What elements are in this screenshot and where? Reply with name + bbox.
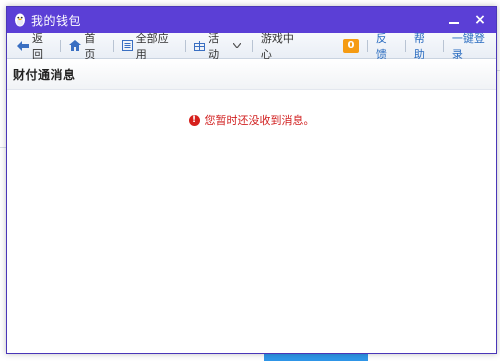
help-link[interactable]: 帮助 — [412, 30, 437, 62]
message-count-badge[interactable]: 0 — [341, 38, 361, 53]
toolbar-divider — [251, 39, 253, 52]
minimize-icon — [449, 22, 459, 24]
back-label: 返回 — [32, 31, 43, 61]
toolbar-divider — [442, 39, 444, 52]
activity-menu[interactable]: 活动 — [192, 30, 246, 62]
toolbar-divider — [404, 39, 406, 52]
close-button[interactable]: × — [470, 10, 490, 30]
minimize-button[interactable] — [444, 10, 464, 30]
toolbar-divider — [366, 39, 368, 52]
toolbar-divider — [112, 39, 114, 52]
qq-penguin-icon — [13, 12, 27, 28]
all-apps-button[interactable]: 全部应用 — [120, 30, 179, 62]
feedback-link[interactable]: 反馈 — [374, 30, 399, 62]
section-title: 财付通消息 — [13, 67, 76, 82]
help-label: 帮助 — [413, 31, 425, 61]
section-header: 财付通消息 — [7, 59, 496, 90]
activity-label: 活动 — [208, 31, 220, 61]
all-apps-label: 全部应用 — [135, 31, 169, 61]
login-label: 一键登录 — [451, 31, 485, 61]
message-list: ! 您暂时还没收到消息。 — [7, 90, 496, 353]
home-icon — [69, 40, 82, 51]
empty-state: ! 您暂时还没收到消息。 — [7, 112, 496, 128]
toolbar-divider — [60, 39, 62, 52]
wallet-window: 我的钱包 × 返回 首页 全部应用 活动 游戏中心 0 反馈 帮助 一键登录 财… — [6, 6, 497, 354]
back-button[interactable]: 返回 — [15, 30, 54, 62]
toolbar: 返回 首页 全部应用 活动 游戏中心 0 反馈 帮助 一键登录 — [7, 30, 496, 62]
chevron-down-icon — [232, 43, 241, 48]
back-arrow-icon — [17, 40, 29, 51]
one-click-login-link[interactable]: 一键登录 — [450, 30, 496, 62]
apps-grid-icon — [121, 40, 133, 51]
feedback-label: 反馈 — [375, 31, 387, 61]
empty-message: 您暂时还没收到消息。 — [204, 114, 315, 127]
close-icon: × — [474, 12, 486, 28]
badge-count: 0 — [342, 38, 359, 53]
home-label: 首页 — [84, 31, 96, 61]
toolbar-divider — [185, 39, 187, 52]
gift-icon — [194, 40, 206, 51]
games-center-label: 游戏中心 — [260, 31, 294, 61]
home-button[interactable]: 首页 — [67, 30, 106, 62]
window-title: 我的钱包 — [31, 13, 82, 28]
warning-icon: ! — [188, 114, 200, 126]
games-center-link[interactable]: 游戏中心 — [259, 30, 305, 62]
